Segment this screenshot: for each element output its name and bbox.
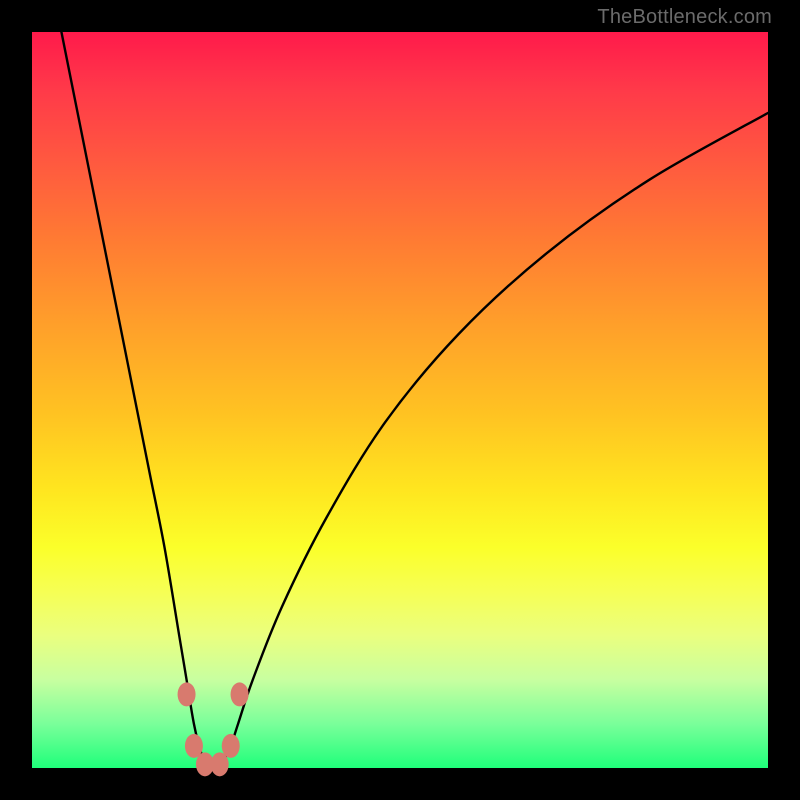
plot-area xyxy=(32,32,768,768)
curve-marker xyxy=(222,734,240,758)
curve-marker xyxy=(231,682,249,706)
curve-marker xyxy=(178,682,196,706)
chart-frame: TheBottleneck.com xyxy=(0,0,800,800)
watermark-text: TheBottleneck.com xyxy=(597,6,772,29)
bottleneck-curve-path xyxy=(61,32,768,769)
marker-group xyxy=(178,682,249,776)
chart-svg xyxy=(32,32,768,768)
